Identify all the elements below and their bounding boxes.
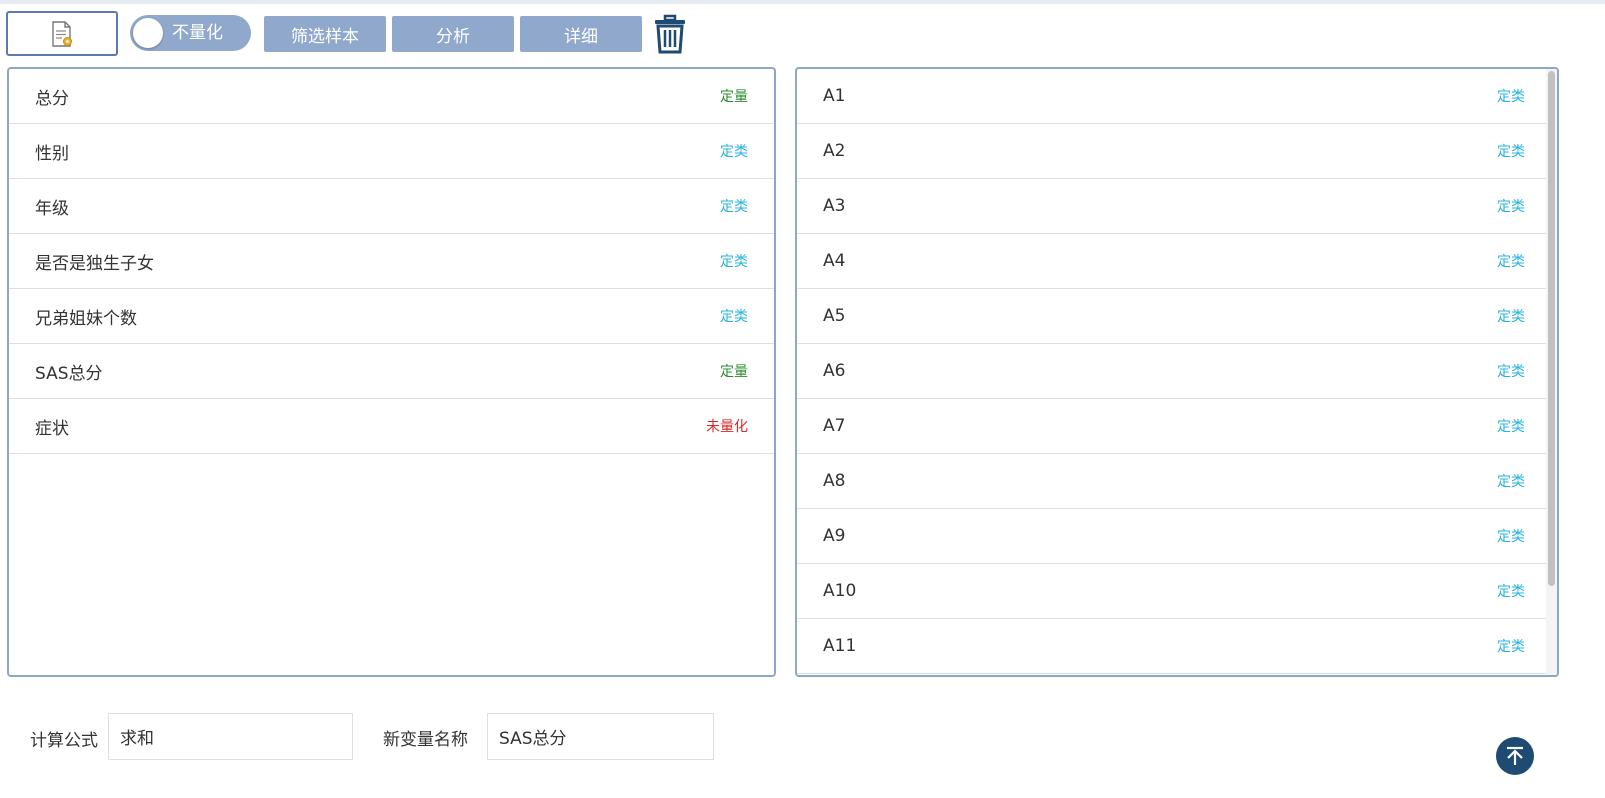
variable-name: A10 <box>823 581 857 601</box>
variable-type-tag: 定类 <box>1497 144 1525 160</box>
list-rows: 总分 定量 性别 定类 年级 定类 是否是独生子女 定类 兄弟姐妹个数 定类 SAS总分 定量 症状 未量… <box>9 69 774 454</box>
filter-samples-button[interactable]: 筛选样本 <box>264 16 386 52</box>
list-item[interactable]: 症状 未量化 <box>9 399 774 454</box>
variable-type-tag: 定类 <box>1497 254 1525 270</box>
list-item[interactable]: A1 定类 <box>797 69 1557 124</box>
list-item[interactable]: 兄弟姐妹个数 定类 <box>9 289 774 344</box>
variable-name: A1 <box>823 86 846 106</box>
toggle-label: 不量化 <box>172 23 223 43</box>
variable-name: SAS总分 <box>35 363 103 384</box>
quantify-toggle[interactable]: 不量化 <box>130 15 251 51</box>
arrow-up-icon <box>1507 746 1523 765</box>
list-item[interactable]: 年级 定类 <box>9 179 774 234</box>
variable-name: 症状 <box>35 418 69 439</box>
variable-name: 是否是独生子女 <box>35 253 154 274</box>
list-item[interactable]: A4 定类 <box>797 234 1557 289</box>
variable-type-tag: 定类 <box>720 144 748 160</box>
variable-type-tag: 定类 <box>1497 419 1525 435</box>
list-item[interactable]: A3 定类 <box>797 179 1557 234</box>
list-item[interactable]: 性别 定类 <box>9 124 774 179</box>
variable-type-tag: 定类 <box>1497 309 1525 325</box>
variable-name: 年级 <box>35 198 69 219</box>
variable-type-tag: 定类 <box>1497 529 1525 545</box>
file-button[interactable] <box>6 11 118 56</box>
list-item[interactable]: 总分 定量 <box>9 69 774 124</box>
list-item[interactable]: SAS总分 定量 <box>9 344 774 399</box>
variable-type-tag: 定类 <box>1497 639 1525 655</box>
detail-button[interactable]: 详细 <box>520 16 642 52</box>
variable-type-tag: 定类 <box>1497 364 1525 380</box>
variable-type-tag: 定类 <box>1497 584 1525 600</box>
variable-name: A11 <box>823 636 857 656</box>
formula-input[interactable] <box>108 713 353 760</box>
document-gear-icon <box>52 20 72 47</box>
variable-name: 总分 <box>35 88 69 109</box>
variable-list-left: 总分 定量 性别 定类 年级 定类 是否是独生子女 定类 兄弟姐妹个数 定类 SAS总分 定量 症状 未量… <box>7 67 776 677</box>
toggle-knob <box>133 18 163 48</box>
list-item[interactable]: A7 定类 <box>797 399 1557 454</box>
variable-type-tag: 定类 <box>1497 199 1525 215</box>
variable-type-tag: 定类 <box>720 309 748 325</box>
variable-name: A3 <box>823 196 846 216</box>
variable-type-tag: 定类 <box>720 254 748 270</box>
list-item[interactable]: A8 定类 <box>797 454 1557 509</box>
formula-label: 计算公式 <box>30 731 98 751</box>
variable-type-tag: 定类 <box>1497 474 1525 490</box>
variable-name: A8 <box>823 471 846 491</box>
list-item[interactable]: A6 定类 <box>797 344 1557 399</box>
variable-name: A7 <box>823 416 846 436</box>
list-item[interactable]: A10 定类 <box>797 564 1557 619</box>
list-item[interactable]: 是否是独生子女 定类 <box>9 234 774 289</box>
list-item[interactable]: A9 定类 <box>797 509 1557 564</box>
variable-type-tag: 定量 <box>720 364 748 380</box>
list-rows: A1 定类 A2 定类 A3 定类 A4 定类 A5 定类 A6 定类 A7 定类 A8 定类 A9 定类 A10 定… <box>797 69 1557 674</box>
variable-name: A5 <box>823 306 846 326</box>
trash-icon <box>655 14 685 54</box>
variable-type-tag: 定量 <box>720 89 748 105</box>
list-item[interactable]: A11 定类 <box>797 619 1557 674</box>
scrollbar-thumb[interactable] <box>1548 71 1555 586</box>
analyze-button[interactable]: 分析 <box>392 16 514 52</box>
new-variable-input[interactable] <box>487 713 714 760</box>
toolbar: 不量化 筛选样本 分析 详细 <box>0 0 1605 60</box>
variable-name: A2 <box>823 141 846 161</box>
variable-name: A9 <box>823 526 846 546</box>
new-variable-label: 新变量名称 <box>383 730 468 750</box>
variable-name: 性别 <box>35 143 69 164</box>
list-item[interactable]: A5 定类 <box>797 289 1557 344</box>
variable-type-tag: 定类 <box>720 199 748 215</box>
back-to-top-button[interactable] <box>1496 737 1534 775</box>
delete-button[interactable] <box>652 14 688 54</box>
variable-type-tag: 未量化 <box>706 419 748 435</box>
variable-type-tag: 定类 <box>1497 89 1525 105</box>
variable-list-right: A1 定类 A2 定类 A3 定类 A4 定类 A5 定类 A6 定类 A7 定类 A8 定类 A9 定类 A10 定… <box>795 67 1559 677</box>
variable-name: 兄弟姐妹个数 <box>35 308 137 329</box>
list-item[interactable]: A2 定类 <box>797 124 1557 179</box>
variable-name: A6 <box>823 361 846 381</box>
variable-name: A4 <box>823 251 846 271</box>
